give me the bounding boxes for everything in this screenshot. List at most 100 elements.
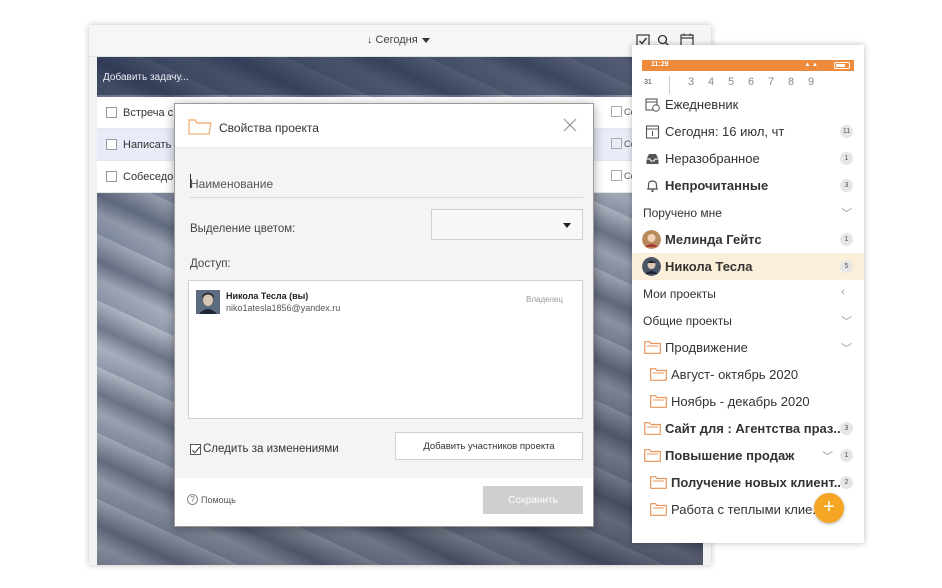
project-item[interactable]: Продвижение ﹀ [632,334,864,361]
nav-item-label: Непрочитанные [665,178,769,193]
folder-icon [188,119,212,135]
task-title: Собеседов [123,171,180,183]
section-label: Мои проекты [643,287,716,301]
date-item[interactable]: 3 [688,76,694,88]
nav-item-label: Ежедневник [665,97,739,112]
nav-item-person[interactable]: Мелинда Гейтс 1 [632,226,864,253]
dialog-header: Свойства проекта [175,104,593,148]
task-title: Написать [123,139,172,151]
nav-item-label: Повышение продаж [665,448,795,463]
date-item[interactable]: 8 [788,76,794,88]
nav-item-inbox[interactable]: Неразобранное 1 [632,145,864,172]
color-select[interactable] [431,209,583,240]
date-item[interactable]: 4 [708,76,714,88]
text-caret [190,174,191,188]
chevron-left-icon: ‹ [841,286,845,298]
folder-icon [650,395,667,408]
status-bar: 11:29 ▲ ▲ [642,60,854,71]
folder-icon [650,503,667,516]
chevron-down-icon [421,37,430,43]
count-badge: 1 [840,152,853,165]
task-title: Встреча с [123,107,174,119]
task-checkbox[interactable] [106,171,117,182]
count-badge: 1 [840,233,853,246]
add-task-placeholder: Добавить задачу... [103,72,189,83]
date-item[interactable]: 5 [728,76,734,88]
chevron-down-icon: ﹀ [822,451,833,463]
nav-item-label: Август- октябрь 2020 [671,367,799,382]
signal-icon: ▲ ▲ [804,62,818,68]
nav-item-person[interactable]: Никола Тесла 5 [632,253,864,280]
month-day: 31 [644,79,652,86]
dialog-body: Выделение цветом: Доступ: Никола Тесла (… [175,148,593,478]
project-item[interactable]: Ноябрь - декабрь 2020 [632,388,864,415]
project-item[interactable]: Повышение продаж ﹀ 1 [632,442,864,469]
status-time: 11:29 [651,61,669,68]
color-label: Выделение цветом: [190,223,296,235]
desktop-toolbar: ↓ Сегодня [89,25,711,57]
calendar-icon [611,138,622,149]
checkbox-checked-icon[interactable] [190,443,201,455]
date-item[interactable]: 9 [808,76,814,88]
section-shared-projects[interactable]: Общие проекты ﹀ [632,307,864,334]
date-item[interactable]: 6 [748,76,754,88]
calendar-icon [611,170,622,181]
add-task-input[interactable]: Добавить задачу... [97,57,703,95]
inbox-icon [646,154,659,164]
help-link[interactable]: ? Помощь [187,494,236,505]
folder-icon [644,341,661,354]
nav-item-planner[interactable]: Ежедневник [632,91,864,118]
count-badge: 3 [840,422,853,435]
avatar [196,290,220,314]
project-name-input[interactable] [190,170,583,198]
section-my-projects[interactable]: Мои проекты ‹ [632,280,864,307]
nav-item-label: Сегодня: 16 июл, чт [665,124,785,139]
date-item[interactable]: 7 [768,76,774,88]
sort-label: ↓ Сегодня [367,34,418,46]
avatar [642,257,661,276]
project-item[interactable]: Получение новых клиент.. 2 [632,469,864,496]
nav-item-label: Никола Тесла [665,259,753,274]
calendar-icon [645,125,660,139]
avatar [642,230,661,249]
section-label: Поручено мне [643,206,722,220]
member-email: niko1atesla1856@yandex.ru [226,303,341,313]
chevron-down-icon: ﹀ [841,316,852,328]
watch-changes-checkbox[interactable]: Следить за изменениями [190,443,339,455]
count-badge: 1 [840,449,853,462]
folder-icon [650,368,667,381]
section-label: Общие проекты [643,314,732,328]
count-badge: 2 [840,476,853,489]
task-checkbox[interactable] [106,107,117,118]
calendar-clock-icon [645,98,660,112]
chevron-down-icon: ﹀ [841,343,852,355]
bell-icon [647,180,658,193]
project-properties-dialog: Свойства проекта Выделение цветом: Досту… [174,103,594,527]
section-assigned-to-me[interactable]: Поручено мне ﹀ [632,199,864,226]
task-checkbox[interactable] [106,139,117,150]
count-badge: 5 [840,260,853,273]
watch-changes-label: Следить за изменениями [203,443,339,455]
sort-dropdown[interactable]: ↓ Сегодня [367,34,430,46]
project-item[interactable]: Август- октябрь 2020 [632,361,864,388]
save-button[interactable]: Сохранить [483,486,583,514]
project-item[interactable]: Сайт для : Агентства праз.. 3 [632,415,864,442]
calendar-icon [611,106,622,117]
nav-item-today[interactable]: Сегодня: 16 июл, чт 11 [632,118,864,145]
nav-item-label: Ноябрь - декабрь 2020 [671,394,810,409]
nav-item-unread[interactable]: Непрочитанные 3 [632,172,864,199]
member-role: Владелец [525,295,563,304]
help-label: Помощь [201,494,236,505]
battery-icon [834,62,850,69]
help-icon: ? [187,494,198,505]
chevron-down-icon [563,223,571,228]
close-icon[interactable] [563,118,577,132]
nav-item-label: Неразобранное [665,151,760,166]
add-members-button[interactable]: Добавить участников проекта [395,432,583,460]
nav-item-label: Продвижение [665,340,748,355]
access-label: Доступ: [190,258,231,270]
folder-icon [644,422,661,435]
add-fab-button[interactable]: + [814,493,844,523]
nav-item-label: Мелинда Гейтс [665,232,762,247]
dialog-title: Свойства проекта [219,121,319,135]
